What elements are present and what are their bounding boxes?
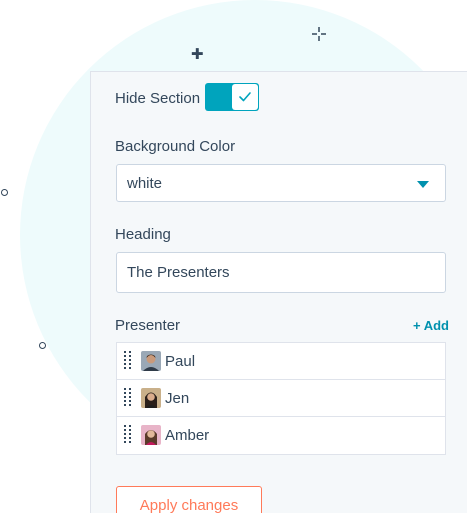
toggle-knob (232, 84, 258, 110)
heading-input[interactable] (116, 252, 446, 293)
presenter-name: Jen (165, 390, 190, 407)
presenter-name: Amber (165, 427, 210, 444)
add-presenter-link[interactable]: + Add (413, 318, 449, 333)
circle-decoration-icon (1, 189, 8, 196)
avatar-paul (141, 351, 161, 371)
background-color-value: white (127, 175, 163, 192)
presenter-list: Paul Jen Amber (116, 342, 446, 455)
presenter-label: Presenter (115, 317, 181, 334)
heading-label: Heading (115, 226, 171, 243)
presenter-name: Paul (165, 353, 196, 370)
drag-handle-icon[interactable] (124, 351, 132, 371)
presenter-row[interactable]: Paul (117, 343, 445, 380)
check-icon (239, 92, 251, 102)
plus-icon: ✚ (191, 46, 204, 63)
background-color-label: Background Color (115, 138, 236, 155)
hide-section-toggle[interactable] (205, 83, 259, 111)
drag-handle-icon[interactable] (124, 388, 132, 408)
chevron-down-icon (417, 181, 429, 188)
background-color-select[interactable]: white (116, 164, 446, 202)
drag-handle-icon[interactable] (124, 425, 132, 445)
hide-section-label: Hide Section (115, 90, 201, 107)
section-settings-panel: Hide Section Background Color white Head… (90, 71, 467, 513)
avatar-jen (141, 388, 161, 408)
sparkle-icon (312, 27, 326, 41)
presenter-row[interactable]: Jen (117, 380, 445, 417)
circle-decoration-icon (39, 342, 46, 349)
editor-screen: ✚ Hide Section Background Color white He… (0, 0, 467, 513)
apply-changes-button[interactable]: Apply changes (116, 486, 262, 513)
presenter-row[interactable]: Amber (117, 417, 445, 454)
avatar-amber (141, 425, 161, 445)
